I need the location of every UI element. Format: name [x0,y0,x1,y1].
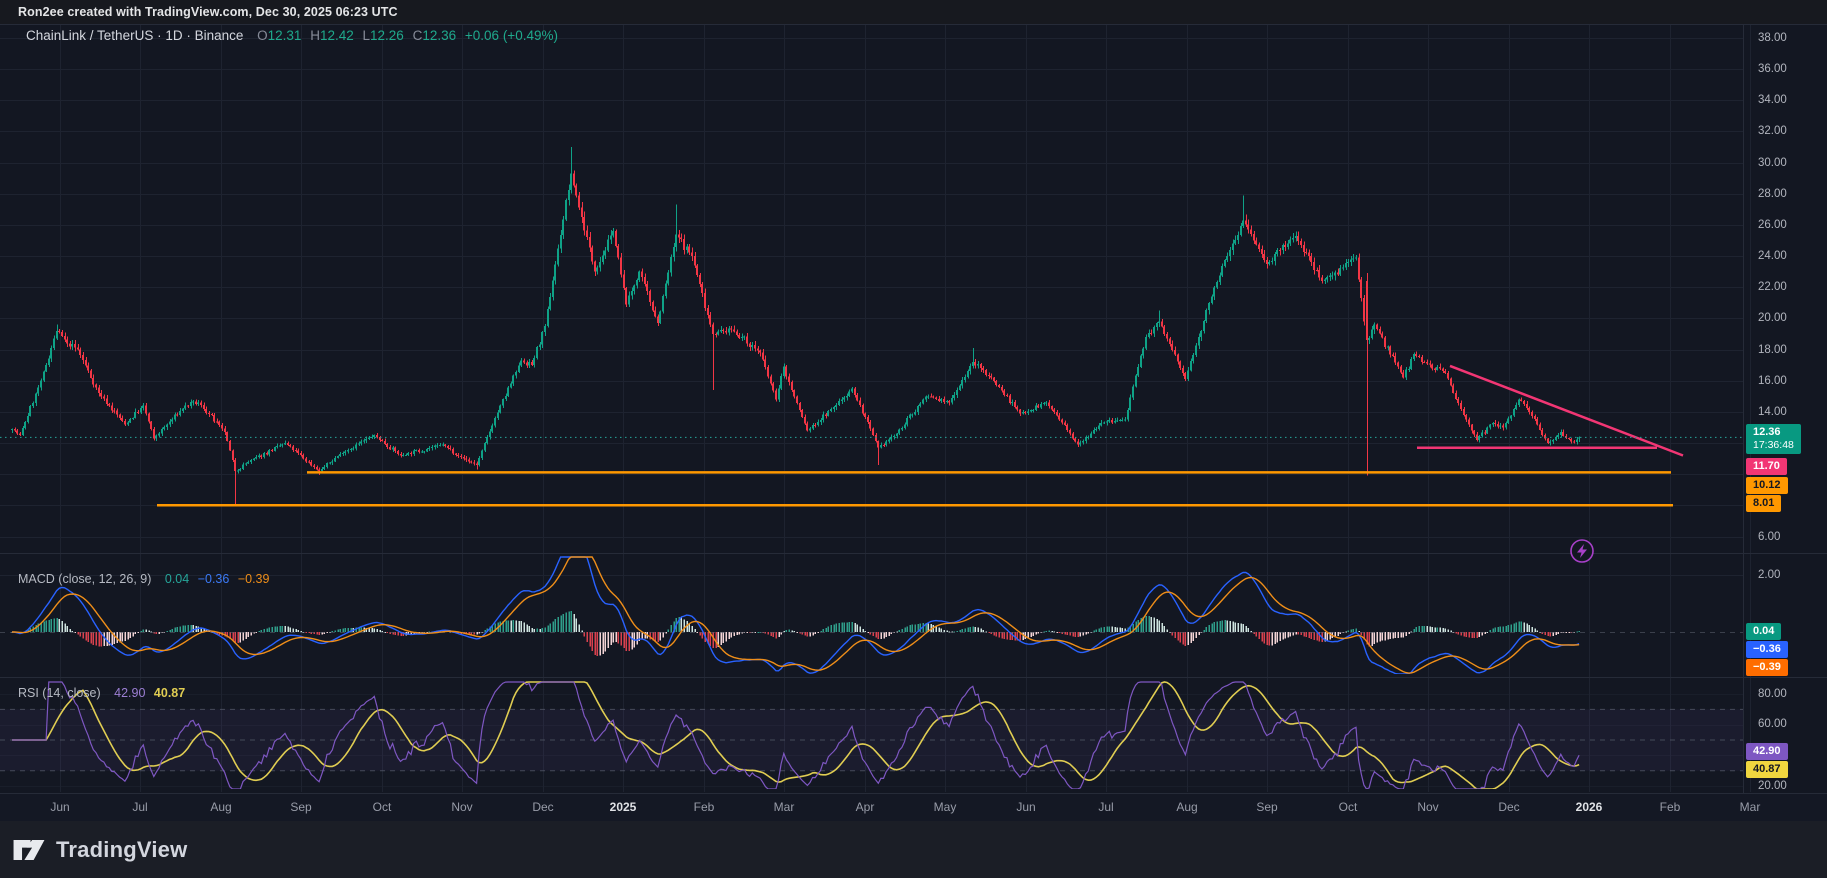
price-label-chip: 8.01 [1746,495,1782,512]
high-value: 12.42 [319,28,354,43]
time-axis-label: Dec [532,800,554,814]
rsi-legend[interactable]: RSI (14, close) 42.90 40.87 [18,686,185,700]
price-label-chip: 10.12 [1746,477,1788,494]
time-axis-label: Oct [1338,800,1358,814]
price-label-chip: 0.04 [1746,623,1782,640]
price-label-chip: 42.90 [1746,743,1788,760]
time-axis-label: Feb [1659,800,1681,814]
rsi-axis-label: 60.00 [1758,718,1787,730]
open-label: O [257,28,268,43]
macd-axis-label: 2.00 [1758,569,1781,581]
time-axis-label: Apr [855,800,875,814]
symbol-title: ChainLink / TetherUS · 1D · Binance [26,28,244,43]
tradingview-logo-text: TradingView [56,836,188,862]
time-axis-label: Sep [1256,800,1278,814]
time-axis-label: Jul [1098,800,1114,814]
time-axis-label: 2026 [1575,800,1603,814]
rsi-title: RSI (14, close) [18,686,101,700]
price-axis-label: 38.00 [1758,32,1787,44]
price-axis-label: 32.00 [1758,125,1787,138]
flash-marker-icon [1570,539,1594,563]
open-value: 12.31 [267,28,302,43]
time-axis-label: Feb [693,800,715,814]
price-axis-label: 28.00 [1758,187,1787,200]
time-axis-label: Mar [1739,800,1761,814]
price-axis-label: 16.00 [1758,374,1787,387]
time-axis-label: Nov [1417,800,1439,814]
chart-canvas[interactable] [0,0,1827,878]
close-value: 12.36 [422,28,457,43]
watermark-bar: Ron2ee created with TradingView.com, Dec… [0,0,1827,25]
price-axis-label: 30.00 [1758,156,1787,169]
tradingview-logo-icon [13,839,45,860]
time-axis-label: 2025 [609,800,637,814]
watermark-text: Ron2ee created with TradingView.com, Dec… [18,5,398,19]
price-label-chip: 11.70 [1746,458,1787,475]
high-label: H [310,28,320,43]
rsi-axis-label: 80.00 [1758,688,1787,700]
change-value: +0.06 (+0.49%) [464,28,558,43]
price-axis-label: 20.00 [1758,312,1787,325]
price-label-chip: 40.87 [1746,761,1788,778]
close-label: C [412,28,423,43]
rsi-ma-value: 40.87 [153,686,186,700]
time-axis-label: Sep [290,800,312,814]
time-axis-label: Aug [210,800,232,814]
time-axis-label: May [933,800,957,814]
time-axis-label: Jun [1016,800,1036,814]
macd-hist-value: 0.04 [164,572,190,586]
time-axis-label: Dec [1498,800,1520,814]
price-label-chip: 12.36 17:36:48 [1746,424,1801,454]
price-axis-label: 6.00 [1758,530,1781,543]
price-label-chip: −0.36 [1746,641,1788,658]
price-label-chip: −0.39 [1746,659,1788,676]
rsi-axis-label: 20.00 [1758,780,1787,792]
time-axis-label: Jul [132,800,148,814]
price-axis-label: 34.00 [1758,94,1787,107]
low-label: L [362,28,371,43]
time-axis-label: Jun [50,800,70,814]
time-axis-label: Oct [372,800,392,814]
time-axis-label: Nov [451,800,473,814]
price-axis-label: 14.00 [1758,405,1787,418]
footer: TradingView [0,821,1827,878]
macd-line-value: −0.36 [197,572,230,586]
time-axis[interactable]: Jun Jul Aug Sep Oct Nov Dec 2025 Feb Mar Apr May Jun… [0,793,1827,822]
time-axis-label: Aug [1176,800,1198,814]
macd-signal-value: −0.39 [237,572,270,586]
price-axis-label: 24.00 [1758,250,1787,263]
countdown-timer: 17:36:48 [1753,439,1794,451]
macd-legend[interactable]: MACD (close, 12, 26, 9) 0.04 −0.36 −0.39 [18,572,269,586]
low-value: 12.26 [370,28,404,43]
time-axis-label: Mar [773,800,795,814]
price-axis-label: 18.00 [1758,343,1787,356]
price-axis-label: 26.00 [1758,218,1787,231]
symbol-legend[interactable]: ChainLink / TetherUS · 1D · Binance O12.… [26,28,558,43]
macd-title: MACD (close, 12, 26, 9) [18,572,152,586]
price-axis-label: 22.00 [1758,281,1787,294]
price-axis-label: 36.00 [1758,63,1787,76]
rsi-value: 42.90 [114,686,146,700]
